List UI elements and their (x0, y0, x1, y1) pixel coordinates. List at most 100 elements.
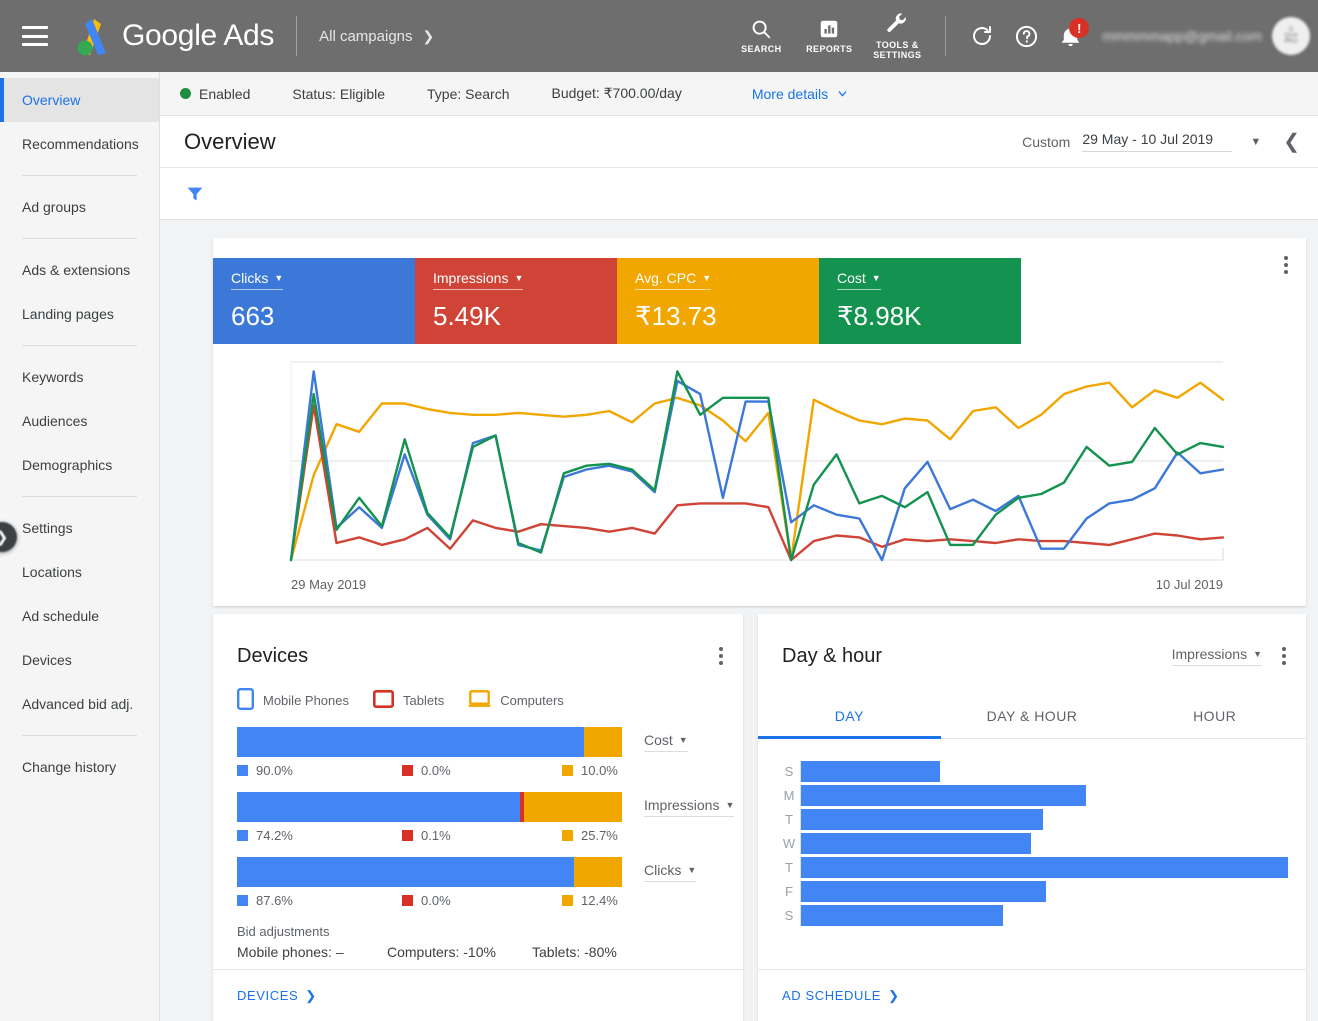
breadcrumb-label: All campaigns (319, 28, 412, 45)
metric-label-clicks[interactable]: Clicks▼ (231, 270, 283, 290)
ad-schedule-link[interactable]: AD SCHEDULE ❯ (782, 988, 900, 1004)
previous-period-button[interactable]: ❮ (1283, 129, 1300, 154)
tools-settings-button[interactable]: TOOLS &SETTINGS (863, 12, 931, 61)
metric-card-avg-cpc[interactable]: Avg. CPC▼ ₹13.73 (617, 258, 819, 344)
caret-down-icon: ▼ (872, 273, 881, 283)
menu-icon[interactable] (22, 26, 48, 46)
sidebar-item-overview[interactable]: Overview (0, 78, 159, 122)
google-ads-logo-icon (70, 15, 114, 57)
notification-badge: ! (1069, 18, 1089, 38)
refresh-button[interactable] (960, 14, 1004, 58)
devices-card: Devices Mobile PhonesTabletsComputers Co… (213, 614, 743, 1021)
devices-stacked-bar (237, 792, 622, 822)
day-hour-label: T (778, 860, 800, 875)
chevron-right-icon: ❯ (888, 988, 900, 1004)
tab-hour[interactable]: HOUR (1123, 694, 1306, 738)
help-button[interactable] (1004, 14, 1048, 58)
sidebar-item-advanced-bid-adj[interactable]: Advanced bid adj. (0, 682, 159, 726)
caret-down-icon: ▼ (702, 273, 711, 283)
search-button[interactable]: SEARCH (727, 18, 795, 55)
sidebar-item-locations[interactable]: Locations (0, 550, 159, 594)
sidebar-item-settings[interactable]: Settings (0, 506, 159, 550)
metric-value-avg-cpc: ₹13.73 (635, 301, 819, 332)
day-hour-bar (801, 761, 940, 782)
metric-cards: Clicks▼663 Impressions▼ 5.49K Avg. CPC▼ ₹13.… (213, 258, 1306, 344)
bid-adjustments-label: Bid adjustments (237, 924, 743, 939)
sidebar-item-change-history[interactable]: Change history (0, 745, 159, 789)
devices-metric-selector-cost[interactable]: Cost▼ (644, 732, 688, 752)
sidebar-item-audiences[interactable]: Audiences (0, 399, 159, 443)
devices-legend-item: Computers (468, 690, 564, 711)
sidebar-item-landing-pages[interactable]: Landing pages (0, 292, 159, 336)
chevron-right-icon: ❯ (305, 988, 317, 1004)
day-hour-row: T (778, 809, 1306, 830)
metric-label-cost[interactable]: Cost▼ (837, 270, 881, 290)
metric-value-impressions: 5.49K (433, 301, 617, 332)
devices-link[interactable]: DEVICES ❯ (237, 988, 317, 1004)
page-title: Overview (184, 129, 276, 155)
sidebar-item-label: Ad schedule (22, 608, 99, 624)
sidebar-item-label: Ads & extensions (22, 262, 130, 278)
sidebar-item-keywords[interactable]: Keywords (0, 355, 159, 399)
campaign-budget: Budget: ₹700.00/day (552, 85, 682, 102)
sidebar-item-demographics[interactable]: Demographics (0, 443, 159, 487)
performance-chart-card: Clicks▼663 Impressions▼ 5.49K Avg. CPC▼ ₹13.… (213, 238, 1306, 606)
devices-metric-selector-impressions[interactable]: Impressions▼ (644, 797, 734, 817)
devices-overflow-menu[interactable] (713, 641, 729, 671)
tablet-icon (373, 690, 394, 711)
devices-bar-segment-computer (574, 857, 622, 887)
metric-card-clicks[interactable]: Clicks▼663 (213, 258, 415, 344)
tab-day-hour[interactable]: DAY & HOUR (941, 694, 1124, 738)
day-hour-bar (801, 833, 1031, 854)
day-hour-overflow-menu[interactable] (1276, 641, 1292, 671)
caret-down-icon: ▼ (687, 865, 696, 875)
metric-card-cost[interactable]: Cost▼₹8.98K (819, 258, 1021, 344)
notifications-button[interactable]: ! (1048, 14, 1092, 58)
devices-legend-label: Computers (500, 693, 564, 708)
date-range-value[interactable]: 29 May - 10 Jul 2019 (1082, 131, 1232, 152)
campaign-state: Enabled (180, 86, 250, 102)
sidebar-item-recommendations[interactable]: Recommendations (0, 122, 159, 166)
sidebar-item-ad-schedule[interactable]: Ad schedule (0, 594, 159, 638)
avatar[interactable]: SQUAPRO (1272, 17, 1310, 55)
tab-day[interactable]: DAY (758, 694, 941, 738)
reports-button[interactable]: REPORTS (795, 18, 863, 55)
date-range-picker[interactable]: Custom 29 May - 10 Jul 2019 ▼ ❮ (1022, 129, 1300, 154)
breadcrumb-all-campaigns[interactable]: All campaigns ❯ (319, 28, 434, 45)
metric-label-impressions[interactable]: Impressions▼ (433, 270, 523, 290)
sidebar-divider (22, 175, 137, 176)
day-hour-label: M (778, 788, 800, 803)
day-hour-bar (801, 857, 1288, 878)
sidebar-item-label: Keywords (22, 369, 83, 385)
metric-card-impressions[interactable]: Impressions▼ 5.49K (415, 258, 617, 344)
swatch-mobile (237, 830, 248, 841)
sidebar-divider (22, 238, 137, 239)
campaign-status-bar: Enabled Status: Eligible Type: Search Bu… (160, 72, 1318, 116)
metric-label-avg-cpc[interactable]: Avg. CPC▼ (635, 270, 711, 290)
sidebar-item-ads-extensions[interactable]: Ads & extensions (0, 248, 159, 292)
devices-metric-selector-clicks[interactable]: Clicks▼ (644, 862, 696, 882)
caret-down-icon: ▼ (679, 735, 688, 745)
devices-bar-line: Cost▼ (237, 727, 743, 757)
day-hour-header: Day & hour Impressions ▼ (758, 628, 1306, 684)
filter-icon[interactable] (184, 183, 206, 205)
devices-percent-row: 90.0%0.0%10.0% (237, 763, 622, 778)
sidebar-item-label: Overview (22, 92, 80, 108)
chevron-down-icon[interactable]: ▼ (1250, 136, 1261, 148)
sidebar-divider (22, 345, 137, 346)
day-hour-metric-selector[interactable]: Impressions ▼ (1172, 646, 1262, 666)
devices-bar-row-clicks: Clicks▼87.6%0.0%12.4% (213, 857, 743, 908)
day-hour-footer: AD SCHEDULE ❯ (758, 969, 1306, 1021)
divider (945, 16, 946, 56)
day-hour-bar (801, 809, 1043, 830)
sidebar-item-label: Change history (22, 759, 116, 775)
sidebar-item-ad-groups[interactable]: Ad groups (0, 185, 159, 229)
devices-legend: Mobile PhonesTabletsComputers (213, 688, 743, 713)
devices-pct-computer: 25.7% (581, 828, 618, 843)
sidebar-item-devices[interactable]: Devices (0, 638, 159, 682)
devices-title: Devices (237, 645, 308, 668)
computer-icon (468, 690, 491, 711)
sidebar-item-label: Ad groups (22, 199, 86, 215)
day-hour-bar (801, 785, 1086, 806)
more-details-button[interactable]: More details (752, 86, 849, 102)
